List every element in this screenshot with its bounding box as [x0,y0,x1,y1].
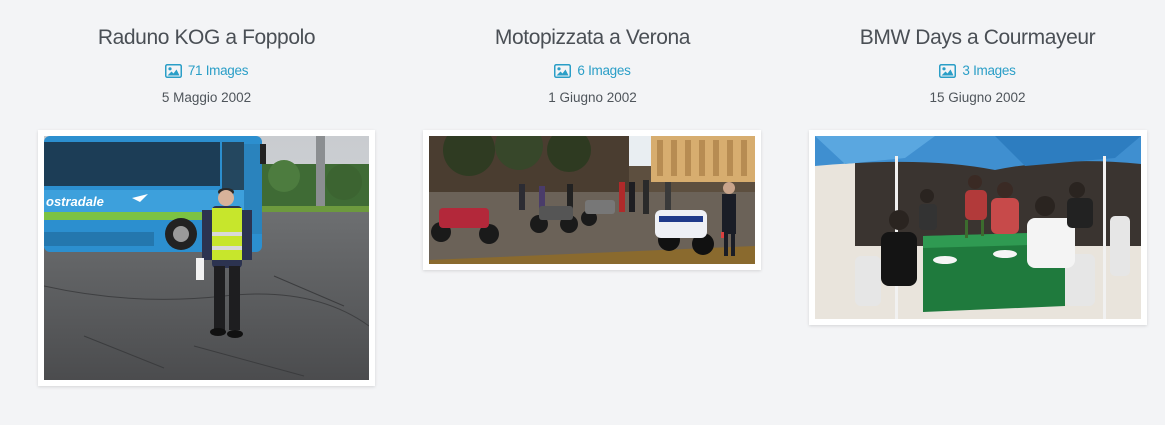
album-title[interactable]: Motopizzata a Verona [400,26,785,50]
album-thumbnail[interactable] [423,130,761,270]
album-photo [429,136,755,264]
album-image-count-link[interactable]: 6 Images [400,63,785,78]
album-date: 15 Giugno 2002 [929,90,1026,105]
album-photo [815,136,1141,319]
album-image-count-link[interactable]: 3 Images [785,63,1165,78]
album-title[interactable]: BMW Days a Courmayeur [785,26,1165,50]
album-date: 5 Maggio 2002 [161,90,252,105]
image-icon [554,63,572,78]
album-thumbnail[interactable]: ostradale [38,130,375,386]
album-date: 1 Giugno 2002 [548,90,637,105]
album-gallery: Raduno KOG a Foppolo 71 Images 5 Maggio … [0,0,1165,425]
album-title[interactable]: Raduno KOG a Foppolo [14,26,399,50]
image-icon [164,63,182,78]
album-photo: ostradale [44,136,369,380]
album-count-label: 3 Images [962,63,1016,78]
album-thumbnail[interactable] [809,130,1147,325]
image-icon [939,63,957,78]
album-image-count-link[interactable]: 71 Images [14,63,399,78]
album-count-label: 71 Images [187,63,249,78]
album-count-label: 6 Images [577,63,631,78]
bus-lettering: ostradale [46,194,104,209]
